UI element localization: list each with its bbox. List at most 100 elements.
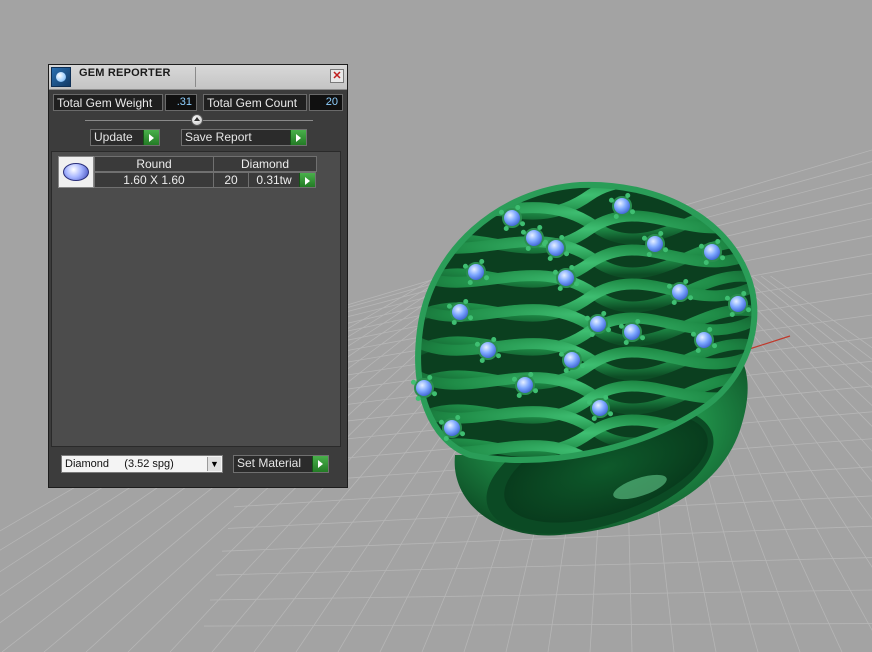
gem-list[interactable]: Round Diamond 1.60 X 1.60 20 0.31tw [51,151,341,447]
prong [451,320,457,326]
material-dropdown[interactable]: Diamond (3.52 spg) ▼ [61,455,223,473]
prong [618,323,624,329]
prong [703,260,709,266]
prong [462,263,468,269]
prong [720,255,726,261]
gem-stone[interactable] [612,196,632,216]
panel-title: GEM REPORTER [79,67,171,79]
prong [547,256,553,262]
prong [625,192,631,198]
prong [591,416,597,422]
prong [695,348,701,354]
dropdown-arrow-icon: ▼ [207,457,221,471]
prong [479,258,485,264]
prong [460,431,466,437]
prong [623,340,629,346]
gem-stone[interactable] [442,418,462,438]
prong [516,393,522,399]
gem-stone[interactable] [524,228,544,248]
gem-stone[interactable] [478,340,498,360]
prong [640,335,646,341]
prong [559,234,565,240]
gem-size-cell: 1.60 X 1.60 [94,172,214,188]
prong [542,239,548,245]
prong [520,221,526,227]
play-arrow-icon [290,130,306,145]
prong [520,229,526,235]
gem-stone[interactable] [588,314,608,334]
prong [415,396,421,402]
prong [491,336,497,342]
prong [608,411,614,417]
prong [443,436,449,442]
update-button-label: Update [94,130,133,144]
prong [564,251,570,257]
total-gem-count-value: 20 [309,94,343,111]
gem-stone[interactable] [466,262,486,282]
gem-stone[interactable] [556,268,576,288]
gem-stone[interactable] [562,350,582,370]
gem-stone[interactable] [622,322,642,342]
prong [552,269,558,275]
prong [467,280,473,286]
gem-stone[interactable] [728,294,748,314]
prong [525,246,531,252]
save-report-button[interactable]: Save Report [181,129,307,146]
prong [468,315,474,321]
prong [574,281,580,287]
prong [690,331,696,337]
prong [474,341,480,347]
prong [601,310,607,316]
gem-row-action-button[interactable] [299,172,316,188]
gem-shape-cell: Round [94,156,214,172]
gem-stone[interactable] [694,330,714,350]
prong [683,278,689,284]
gem-stone[interactable] [645,234,665,254]
prong [663,247,669,253]
prong [575,346,581,352]
prong [528,371,534,377]
gem-stone[interactable] [590,398,610,418]
play-arrow-icon [312,456,328,472]
prong [533,388,539,394]
prong [503,226,509,232]
prong [496,353,502,359]
slider-knob-icon[interactable] [191,114,203,126]
gem-count-cell: 20 [213,172,249,188]
prong [584,315,590,321]
prong [606,327,612,333]
set-material-button[interactable]: Set Material [233,455,329,473]
prong [484,275,490,281]
close-icon[interactable]: ✕ [330,69,344,83]
total-gem-weight-value: .31 [165,94,197,111]
prong [646,252,652,258]
prong [671,300,677,306]
prong [563,368,569,374]
prong [729,312,735,318]
prong [569,264,575,270]
gem-stone[interactable] [414,378,434,398]
prong [715,238,721,244]
gem-stone[interactable] [515,375,535,395]
prong [537,224,543,230]
gem-stone[interactable] [450,302,470,322]
gem-stone[interactable] [502,208,522,228]
gem-stone[interactable] [546,238,566,258]
prong [455,414,461,420]
prong [741,290,747,296]
prong [712,343,718,349]
title-bar[interactable]: GEM REPORTER ✕ [49,65,347,90]
prong [580,363,586,369]
prong [613,214,619,220]
prong [427,374,433,380]
gem-stone[interactable] [702,242,722,262]
prong [498,209,504,215]
total-gem-weight-label: Total Gem Weight [53,94,163,111]
prong [603,394,609,400]
play-arrow-icon [143,130,159,145]
prong [589,332,595,338]
prong [688,295,694,301]
prong [586,399,592,405]
update-button[interactable]: Update [90,129,160,146]
gem-stone[interactable] [670,282,690,302]
